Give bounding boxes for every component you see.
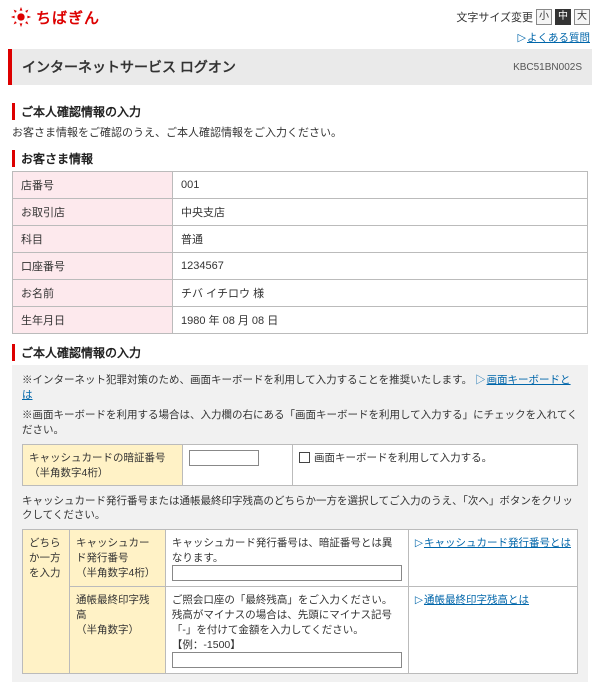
arrow-icon: ▷ xyxy=(475,374,486,386)
table-row: お取引店中央支店 xyxy=(13,199,588,226)
issue-no-label-cell: キャッシュカード発行番号 （半角数字4桁） xyxy=(70,530,166,587)
table-row: 店番号001 xyxy=(13,172,588,199)
table-row: 生年月日1980 年 08 月 08 日 xyxy=(13,307,588,334)
issue-no-label: キャッシュカード発行番号 xyxy=(76,537,150,564)
screen-keyboard-checkbox-cell: 画面キーボードを利用して入力する。 xyxy=(293,444,578,485)
row-value: チバ イチロウ 様 xyxy=(173,280,588,307)
row-value: 中央支店 xyxy=(173,199,588,226)
font-size-large-button[interactable]: 大 xyxy=(574,9,590,25)
font-size-label: 文字サイズ変更 xyxy=(456,9,533,25)
sun-logo-icon xyxy=(10,6,32,28)
instruction-1: ※インターネット犯罪対策のため、画面キーボードを利用して入力することを推奨いたし… xyxy=(22,373,578,402)
balance-desc-3: 【例：-1500】 xyxy=(172,639,241,651)
font-size-control: 文字サイズ変更 小 中 大 xyxy=(456,9,590,25)
bank-logo: ちばぎん xyxy=(10,6,100,28)
balance-label-cell: 通帳最終印字残高 （半角数字） xyxy=(70,587,166,674)
pin-label-cell: キャッシュカードの暗証番号 （半角数字4桁） xyxy=(23,444,183,485)
row-label: 店番号 xyxy=(13,172,173,199)
faq-link[interactable]: よくある質問 xyxy=(527,32,590,44)
screen-keyboard-checkbox[interactable]: 画面キーボードを利用して入力する。 xyxy=(299,450,571,465)
bank-name: ちばぎん xyxy=(36,7,100,28)
row-value: 1234567 xyxy=(173,253,588,280)
either-label-cell: どちらか一方を入力 xyxy=(23,530,70,674)
instruction-1-text: ※インターネット犯罪対策のため、画面キーボードを利用して入力することを推奨いたし… xyxy=(22,374,475,386)
row-value: 1980 年 08 月 08 日 xyxy=(173,307,588,334)
pin-input[interactable] xyxy=(189,450,259,466)
row-label: 生年月日 xyxy=(13,307,173,334)
issue-no-help-cell: ▷キャッシュカード発行番号とは xyxy=(408,530,577,587)
balance-value-cell: ご照会口座の「最終残高」をご入力ください。 残高がマイナスの場合は、先頭にマイナ… xyxy=(165,587,408,674)
issue-no-value-cell: キャッシュカード発行番号は、暗証番号とは異なります。 xyxy=(165,530,408,587)
font-size-medium-button[interactable]: 中 xyxy=(555,9,571,25)
arrow-icon: ▷ xyxy=(518,32,526,44)
customer-info-table: 店番号001 お取引店中央支店 科目普通 口座番号1234567 お名前チバ イ… xyxy=(12,171,588,334)
issue-no-desc: キャッシュカード発行番号は、暗証番号とは異なります。 xyxy=(172,537,393,564)
section-heading-verify-top: ご本人確認情報の入力 xyxy=(12,103,588,120)
balance-input[interactable] xyxy=(172,652,402,668)
issue-no-help-link[interactable]: キャッシュカード発行番号とは xyxy=(424,537,571,549)
arrow-icon: ▷ xyxy=(415,537,423,549)
page-title: インターネットサービス ログオン xyxy=(22,57,236,77)
balance-desc-1: ご照会口座の「最終残高」をご入力ください。 xyxy=(172,594,393,606)
either-instruction: キャッシュカード発行番号または通帳最終印字残高のどちらか一方を選択してご入力のう… xyxy=(22,494,578,523)
row-value: 001 xyxy=(173,172,588,199)
balance-help-link[interactable]: 通帳最終印字残高とは xyxy=(424,594,529,606)
pin-note: （半角数字4桁） xyxy=(29,467,108,479)
page-title-bar: インターネットサービス ログオン KBC51BN002S xyxy=(8,49,592,85)
issue-no-input[interactable] xyxy=(172,565,402,581)
pin-table: キャッシュカードの暗証番号 （半角数字4桁） 画面キーボードを利用して入力する。 xyxy=(22,444,578,486)
verify-block: ※インターネット犯罪対策のため、画面キーボードを利用して入力することを推奨いたし… xyxy=(12,365,588,682)
balance-desc-2: 残高がマイナスの場合は、先頭にマイナス記号「-」を付けて金額を入力してください。 xyxy=(172,609,392,636)
table-row: 科目普通 xyxy=(13,226,588,253)
row-label: 科目 xyxy=(13,226,173,253)
font-size-small-button[interactable]: 小 xyxy=(536,9,552,25)
issue-no-note: （半角数字4桁） xyxy=(76,567,155,579)
instruction-2: ※画面キーボードを利用する場合は、入力欄の右にある「画面キーボードを利用して入力… xyxy=(22,408,578,437)
row-label: お取引店 xyxy=(13,199,173,226)
table-row: 口座番号1234567 xyxy=(13,253,588,280)
row-value: 普通 xyxy=(173,226,588,253)
checkbox-icon xyxy=(299,452,310,463)
screen-id: KBC51BN002S xyxy=(513,62,582,73)
section-caption: お客さま情報をご確認のうえ、ご本人確認情報をご入力ください。 xyxy=(12,124,588,140)
pin-input-cell xyxy=(183,444,293,485)
either-input-table: どちらか一方を入力 キャッシュカード発行番号 （半角数字4桁） キャッシュカード… xyxy=(22,529,578,674)
section-heading-verify: ご本人確認情報の入力 xyxy=(12,344,588,361)
row-label: お名前 xyxy=(13,280,173,307)
section-heading-customer: お客さま情報 xyxy=(12,150,588,167)
row-label: 口座番号 xyxy=(13,253,173,280)
balance-help-cell: ▷通帳最終印字残高とは xyxy=(408,587,577,674)
arrow-icon: ▷ xyxy=(415,594,423,606)
balance-label: 通帳最終印字残高 xyxy=(76,594,150,621)
screen-keyboard-checkbox-label: 画面キーボードを利用して入力する。 xyxy=(314,450,492,465)
table-row: お名前チバ イチロウ 様 xyxy=(13,280,588,307)
balance-note: （半角数字） xyxy=(76,624,139,636)
pin-label: キャッシュカードの暗証番号 xyxy=(29,452,166,464)
